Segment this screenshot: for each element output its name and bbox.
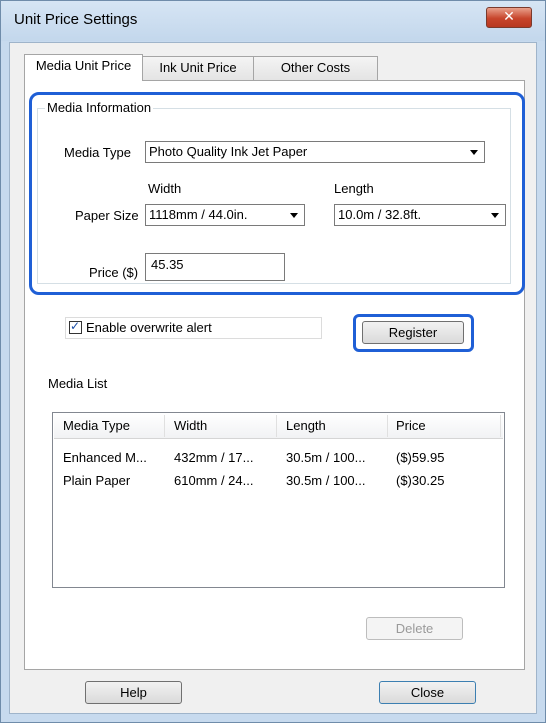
title-bar[interactable]: Unit Price Settings ✕ [1, 1, 545, 41]
length-select[interactable]: 10.0m / 32.8ft. [334, 204, 506, 226]
chevron-down-icon [491, 213, 499, 218]
window-close-button[interactable]: ✕ [486, 7, 532, 28]
price-input[interactable]: 45.35 [145, 253, 285, 281]
column-header-width[interactable]: Width [174, 418, 207, 433]
column-header-length[interactable]: Length [286, 418, 326, 433]
tab-ink-unit-price[interactable]: Ink Unit Price [142, 56, 254, 80]
column-separator[interactable] [276, 415, 277, 437]
overwrite-alert-checkbox[interactable]: ✓ [69, 319, 82, 334]
column-header-price[interactable]: Price [396, 418, 426, 433]
paper-size-label: Paper Size [75, 208, 139, 223]
column-header-media-type[interactable]: Media Type [63, 418, 130, 433]
media-list-header: Media Type Width Length Price [54, 414, 503, 439]
price-label: Price ($) [89, 265, 139, 280]
row-media-type: Enhanced M... [63, 450, 147, 465]
media-type-value: Photo Quality Ink Jet Paper [149, 144, 308, 159]
row-width: 610mm / 24... [174, 473, 254, 488]
row-length: 30.5m / 100... [286, 473, 366, 488]
column-separator[interactable] [500, 415, 501, 437]
tab-media-unit-price[interactable]: Media Unit Price [24, 54, 143, 81]
width-label: Width [148, 181, 182, 196]
length-label: Length [334, 181, 374, 196]
chevron-down-icon [290, 213, 298, 218]
dialog-window: Unit Price Settings ✕ Media Unit Price I… [0, 0, 546, 723]
row-length: 30.5m / 100... [286, 450, 366, 465]
width-select[interactable]: 1118mm / 44.0in. [145, 204, 305, 226]
row-media-type: Plain Paper [63, 473, 131, 488]
row-price: ($)59.95 [396, 450, 445, 465]
close-icon: ✕ [503, 9, 515, 25]
media-list-label: Media List [48, 376, 108, 391]
overwrite-alert-row[interactable]: ✓ Enable overwrite alert [65, 317, 322, 339]
overwrite-alert-label: Enable overwrite alert [86, 320, 212, 335]
row-width: 432mm / 17... [174, 450, 254, 465]
chevron-down-icon [470, 150, 478, 155]
tab-other-costs[interactable]: Other Costs [253, 56, 378, 80]
column-separator[interactable] [164, 415, 165, 437]
close-button[interactable]: Close [379, 681, 476, 704]
help-button[interactable]: Help [85, 681, 182, 704]
media-type-label: Media Type [64, 145, 131, 160]
width-value: 1118mm / 44.0in. [149, 207, 248, 222]
delete-button[interactable]: Delete [366, 617, 463, 640]
window-title: Unit Price Settings [14, 11, 138, 28]
length-value: 10.0m / 32.8ft. [338, 207, 422, 222]
checkmark-icon: ✓ [70, 319, 81, 333]
register-button[interactable]: Register [362, 321, 464, 344]
column-separator[interactable] [387, 415, 388, 437]
media-type-select[interactable]: Photo Quality Ink Jet Paper [145, 141, 485, 163]
media-list[interactable]: Media Type Width Length Price Enhanced M… [52, 412, 505, 588]
row-price: ($)30.25 [396, 473, 445, 488]
